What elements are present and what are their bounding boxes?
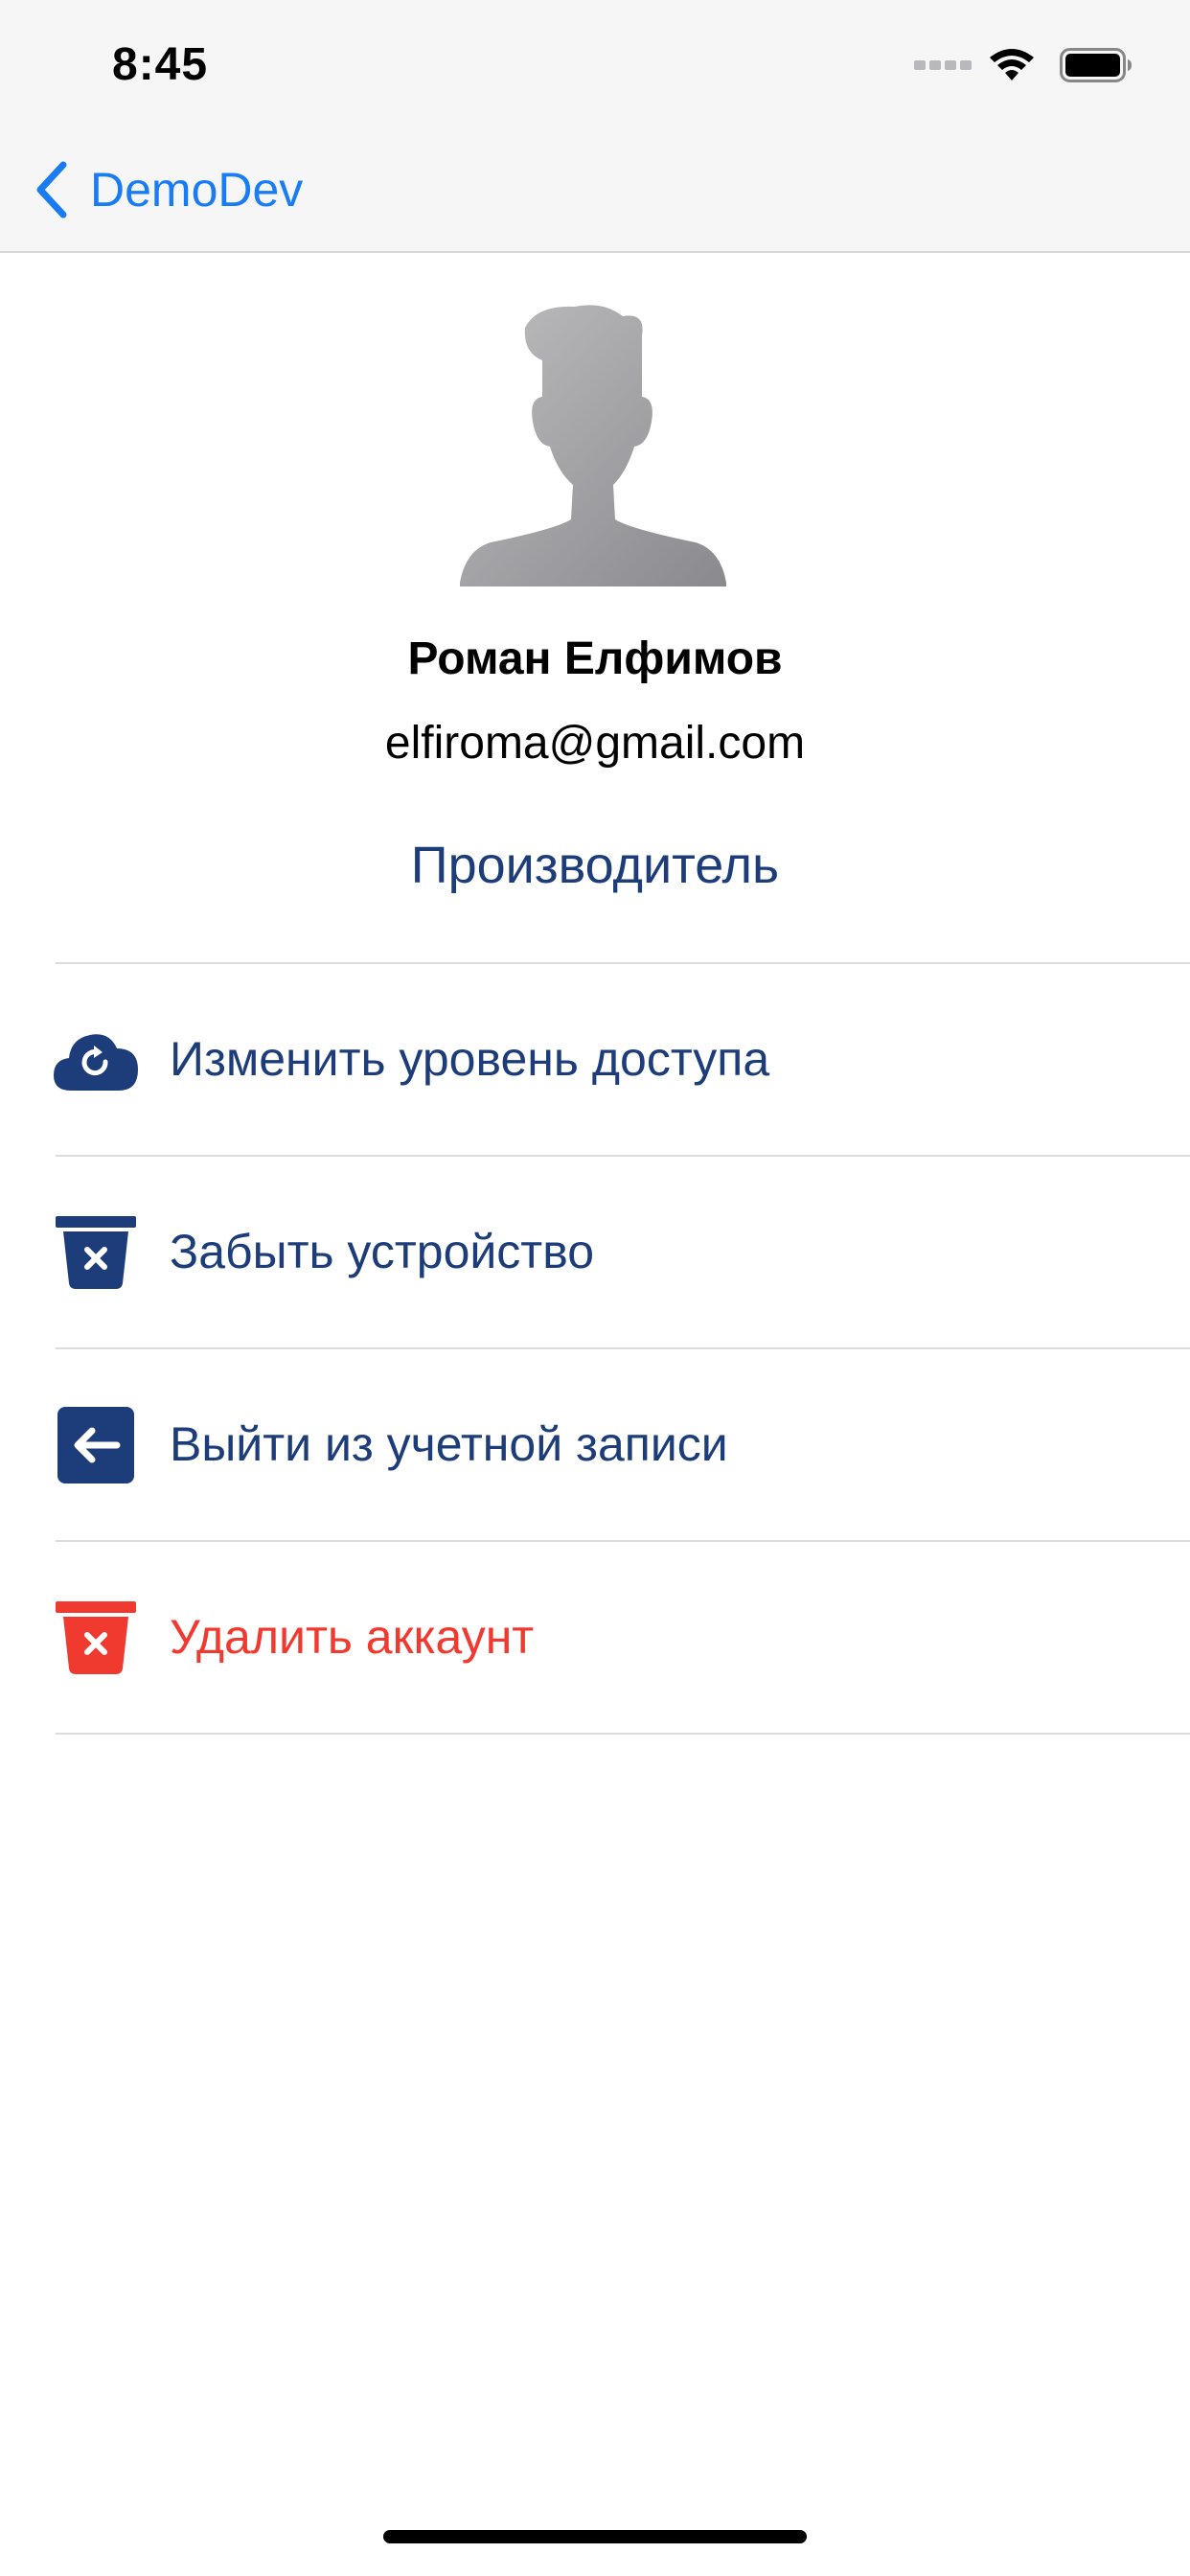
menu-item-label: Забыть устройство bbox=[170, 1225, 595, 1278]
menu-item-forget-device[interactable]: Забыть устройство bbox=[0, 1157, 1190, 1348]
status-time: 8:45 bbox=[112, 39, 209, 90]
status-icons bbox=[914, 44, 1133, 86]
back-button-label: DemoDev bbox=[90, 163, 304, 217]
home-indicator[interactable] bbox=[383, 2530, 807, 2543]
menu-item-logout[interactable]: Выйти из учетной записи bbox=[0, 1349, 1190, 1541]
divider bbox=[56, 1733, 1190, 1735]
menu-item-change-access[interactable]: Изменить уровень доступа bbox=[0, 964, 1190, 1156]
menu-item-label: Изменить уровень доступа bbox=[170, 1032, 770, 1086]
signal-icon bbox=[914, 60, 972, 70]
back-button[interactable]: DemoDev bbox=[33, 153, 303, 226]
menu-item-label: Выйти из учетной записи bbox=[170, 1417, 728, 1471]
profile-name: Роман Елфимов bbox=[407, 633, 783, 684]
cloud-refresh-icon bbox=[54, 1034, 138, 1091]
bin-x-icon bbox=[56, 1216, 136, 1289]
menu-item-label: Удалить аккаунт bbox=[170, 1610, 535, 1664]
chevron-left-icon bbox=[36, 161, 67, 218]
avatar bbox=[460, 305, 726, 586]
bin-x-icon bbox=[56, 1601, 136, 1674]
header-bar: 8:45 DemoDev bbox=[0, 0, 1190, 253]
profile-role: Производитель bbox=[410, 837, 780, 894]
menu-item-delete-account[interactable]: Удалить аккаунт bbox=[0, 1542, 1190, 1734]
arrow-left-square-icon bbox=[57, 1407, 134, 1484]
battery-icon bbox=[1060, 48, 1132, 82]
wifi-icon bbox=[990, 49, 1034, 80]
profile-email: elfiroma@gmail.com bbox=[384, 718, 806, 769]
